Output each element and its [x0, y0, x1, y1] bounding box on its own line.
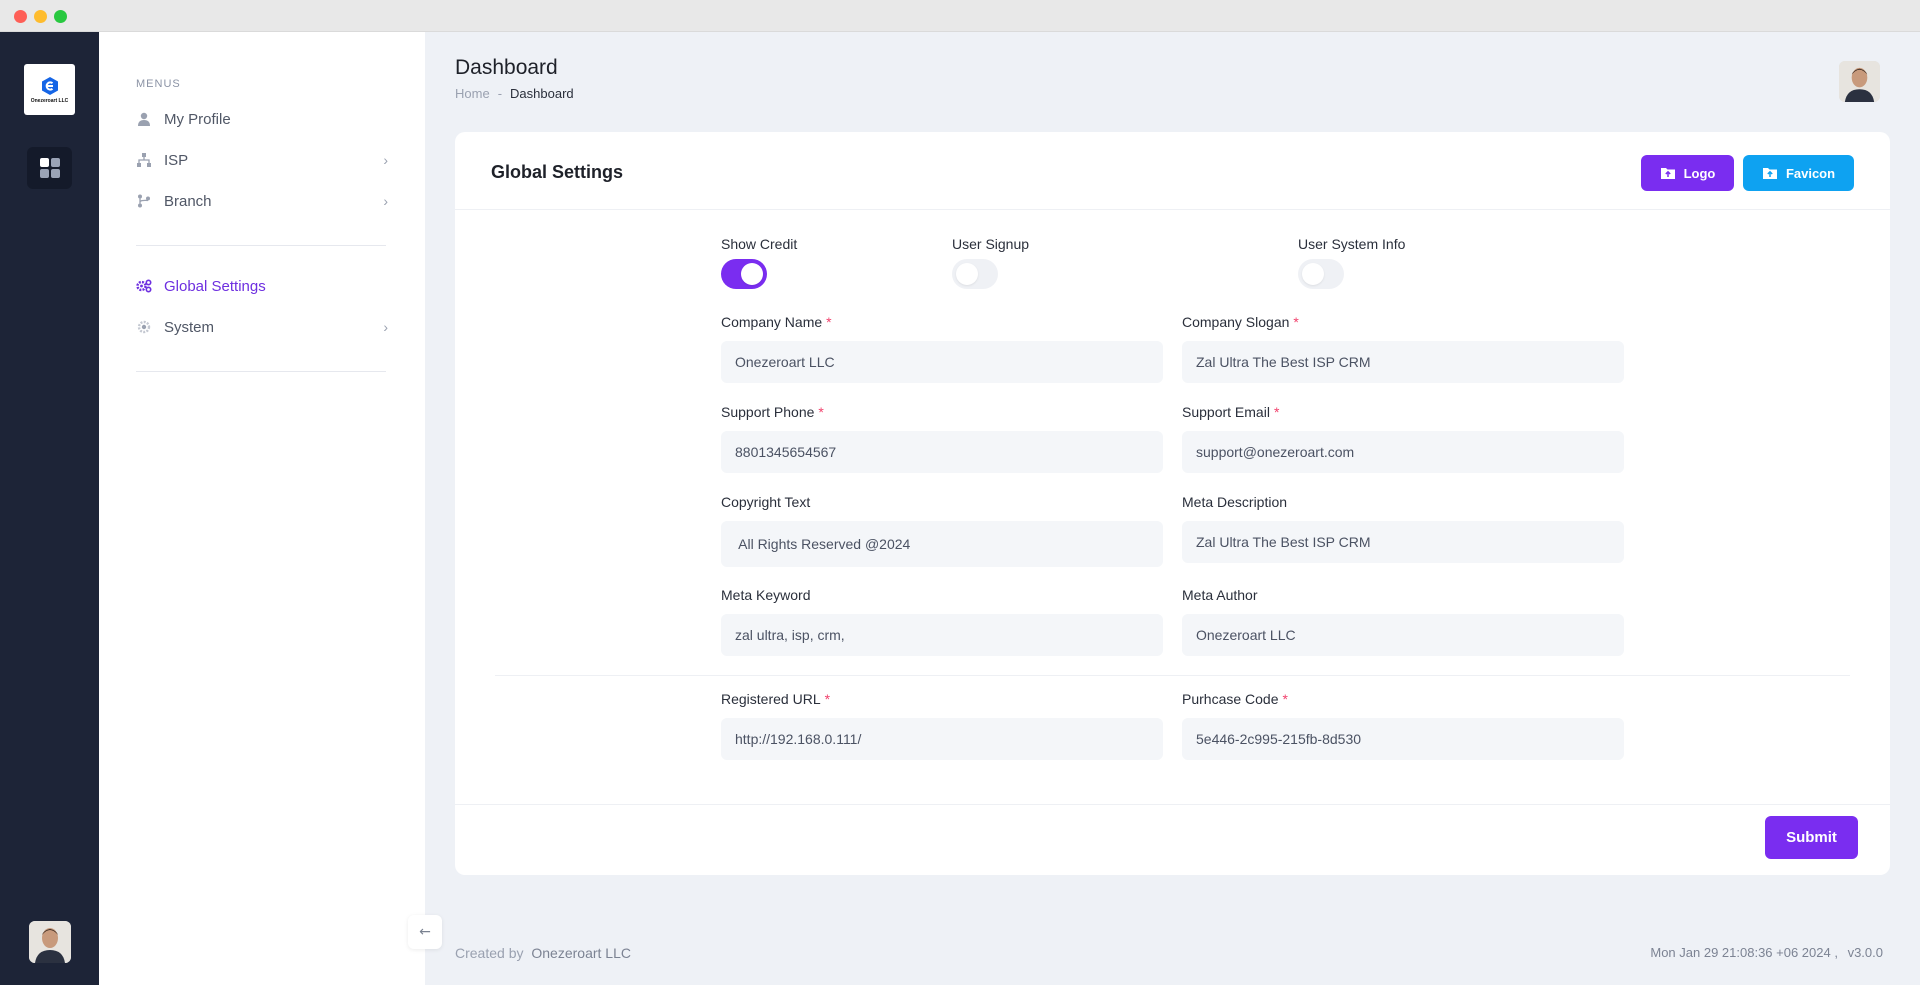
breadcrumb-current: Dashboard	[510, 86, 574, 101]
support-phone-input[interactable]	[721, 431, 1163, 473]
user-avatar[interactable]	[29, 921, 71, 963]
toggle-knob	[741, 263, 763, 285]
meta-author-input[interactable]	[1182, 614, 1624, 656]
cog-icon	[136, 319, 152, 335]
header-avatar[interactable]	[1839, 61, 1880, 102]
menu-item-system[interactable]: System ›	[136, 314, 388, 340]
copyright-text-input[interactable]	[721, 521, 1163, 567]
menu-item-my-profile[interactable]: My Profile	[136, 106, 388, 132]
user-system-info-label: User System Info	[1298, 236, 1406, 252]
user-signup-label: User Signup	[952, 236, 1030, 252]
menu-divider	[136, 245, 386, 246]
chevron-right-icon: ›	[383, 193, 388, 209]
app-rail: Onezeroart LLC	[0, 32, 99, 985]
submit-button[interactable]: Submit	[1765, 816, 1858, 859]
menu-heading: MENUS	[136, 78, 181, 90]
meta-author-label: Meta Author	[1182, 587, 1258, 603]
menu-item-isp[interactable]: ISP ›	[136, 147, 388, 173]
upload-favicon-button[interactable]: Favicon	[1743, 155, 1854, 191]
gears-icon	[136, 278, 152, 294]
card-title: Global Settings	[491, 162, 624, 182]
menu-item-branch[interactable]: Branch ›	[136, 188, 388, 214]
meta-description-label: Meta Description	[1182, 494, 1288, 510]
menu-item-label: My Profile	[164, 110, 231, 128]
breadcrumb-separator: -	[497, 86, 503, 101]
card-divider	[455, 209, 1890, 210]
form-divider	[495, 675, 1850, 676]
meta-description-input[interactable]	[1182, 521, 1624, 563]
menu-item-label: ISP	[164, 151, 189, 169]
footer-created-by: Created by	[455, 945, 524, 961]
show-credit-label: Show Credit	[721, 236, 798, 252]
branch-icon	[136, 193, 152, 209]
registered-url-input[interactable]	[721, 718, 1163, 760]
dashboard-icon	[39, 158, 60, 178]
avatar-icon	[29, 921, 71, 963]
chevron-right-icon: ›	[383, 152, 388, 168]
company-name-label: Company Name *	[721, 314, 832, 330]
upload-icon	[1660, 168, 1675, 179]
copyright-text-label: Copyright Text	[721, 494, 811, 510]
footer-meta: Mon Jan 29 21:08:36 +06 2024 , v3.0.0	[1650, 945, 1883, 960]
footer-credit: Created by Onezeroart LLC	[455, 945, 631, 961]
menu-item-global-settings[interactable]: Global Settings	[136, 273, 388, 299]
company-name-input[interactable]	[721, 341, 1163, 383]
upload-logo-label: Logo	[1683, 165, 1716, 181]
card-footer-divider	[455, 804, 1890, 805]
maximize-window-button[interactable]	[54, 10, 67, 23]
company-slogan-input[interactable]	[1182, 341, 1624, 383]
support-email-input[interactable]	[1182, 431, 1624, 473]
network-icon	[136, 152, 152, 168]
support-email-label: Support Email *	[1182, 404, 1280, 420]
user-system-info-toggle[interactable]	[1298, 259, 1344, 289]
menu-divider	[136, 371, 386, 372]
menu-item-label: Global Settings	[164, 277, 266, 295]
upload-logo-button[interactable]: Logo	[1641, 155, 1734, 191]
window-titlebar	[0, 0, 1920, 32]
user-signup-toggle[interactable]	[952, 259, 998, 289]
page-title: Dashboard	[455, 56, 558, 79]
avatar-icon	[1839, 61, 1880, 102]
menu-item-label: System	[164, 318, 215, 336]
registered-url-label: Registered URL *	[721, 691, 831, 707]
breadcrumb-home[interactable]: Home	[455, 86, 490, 101]
logo-text: Onezeroart LLC	[30, 97, 69, 104]
meta-keyword-input[interactable]	[721, 614, 1163, 656]
show-credit-toggle[interactable]	[721, 259, 767, 289]
minimize-window-button[interactable]	[34, 10, 47, 23]
chevron-right-icon: ›	[383, 319, 388, 335]
upload-icon	[1762, 168, 1777, 179]
menu-item-label: Branch	[164, 192, 212, 210]
footer-company-link[interactable]: Onezeroart LLC	[531, 945, 631, 961]
side-menu: MENUS My Profile ISP › Branch › Global S…	[99, 32, 425, 985]
global-settings-card: Global Settings Logo Favicon Show Credit…	[455, 132, 1890, 875]
dashboard-rail-button[interactable]	[27, 147, 72, 189]
close-window-button[interactable]	[14, 10, 27, 23]
meta-keyword-label: Meta Keyword	[721, 587, 811, 603]
toggle-knob	[956, 263, 978, 285]
purchase-code-input[interactable]	[1182, 718, 1624, 760]
support-phone-label: Support Phone *	[721, 404, 824, 420]
company-slogan-label: Company Slogan *	[1182, 314, 1299, 330]
footer-version: v3.0.0	[1847, 945, 1883, 960]
breadcrumb: Home - Dashboard	[455, 86, 574, 101]
footer-datetime: Mon Jan 29 21:08:36 +06 2024 ,	[1650, 945, 1838, 960]
app-logo[interactable]: Onezeroart LLC	[24, 64, 75, 115]
toggle-knob	[1302, 263, 1324, 285]
upload-favicon-label: Favicon	[1785, 165, 1836, 181]
purchase-code-label: Purhcase Code *	[1182, 691, 1288, 707]
arrow-left-icon: ←	[419, 924, 431, 940]
user-icon	[136, 111, 152, 127]
logo-icon	[41, 76, 58, 95]
collapse-sidebar-button[interactable]: ←	[408, 915, 442, 949]
